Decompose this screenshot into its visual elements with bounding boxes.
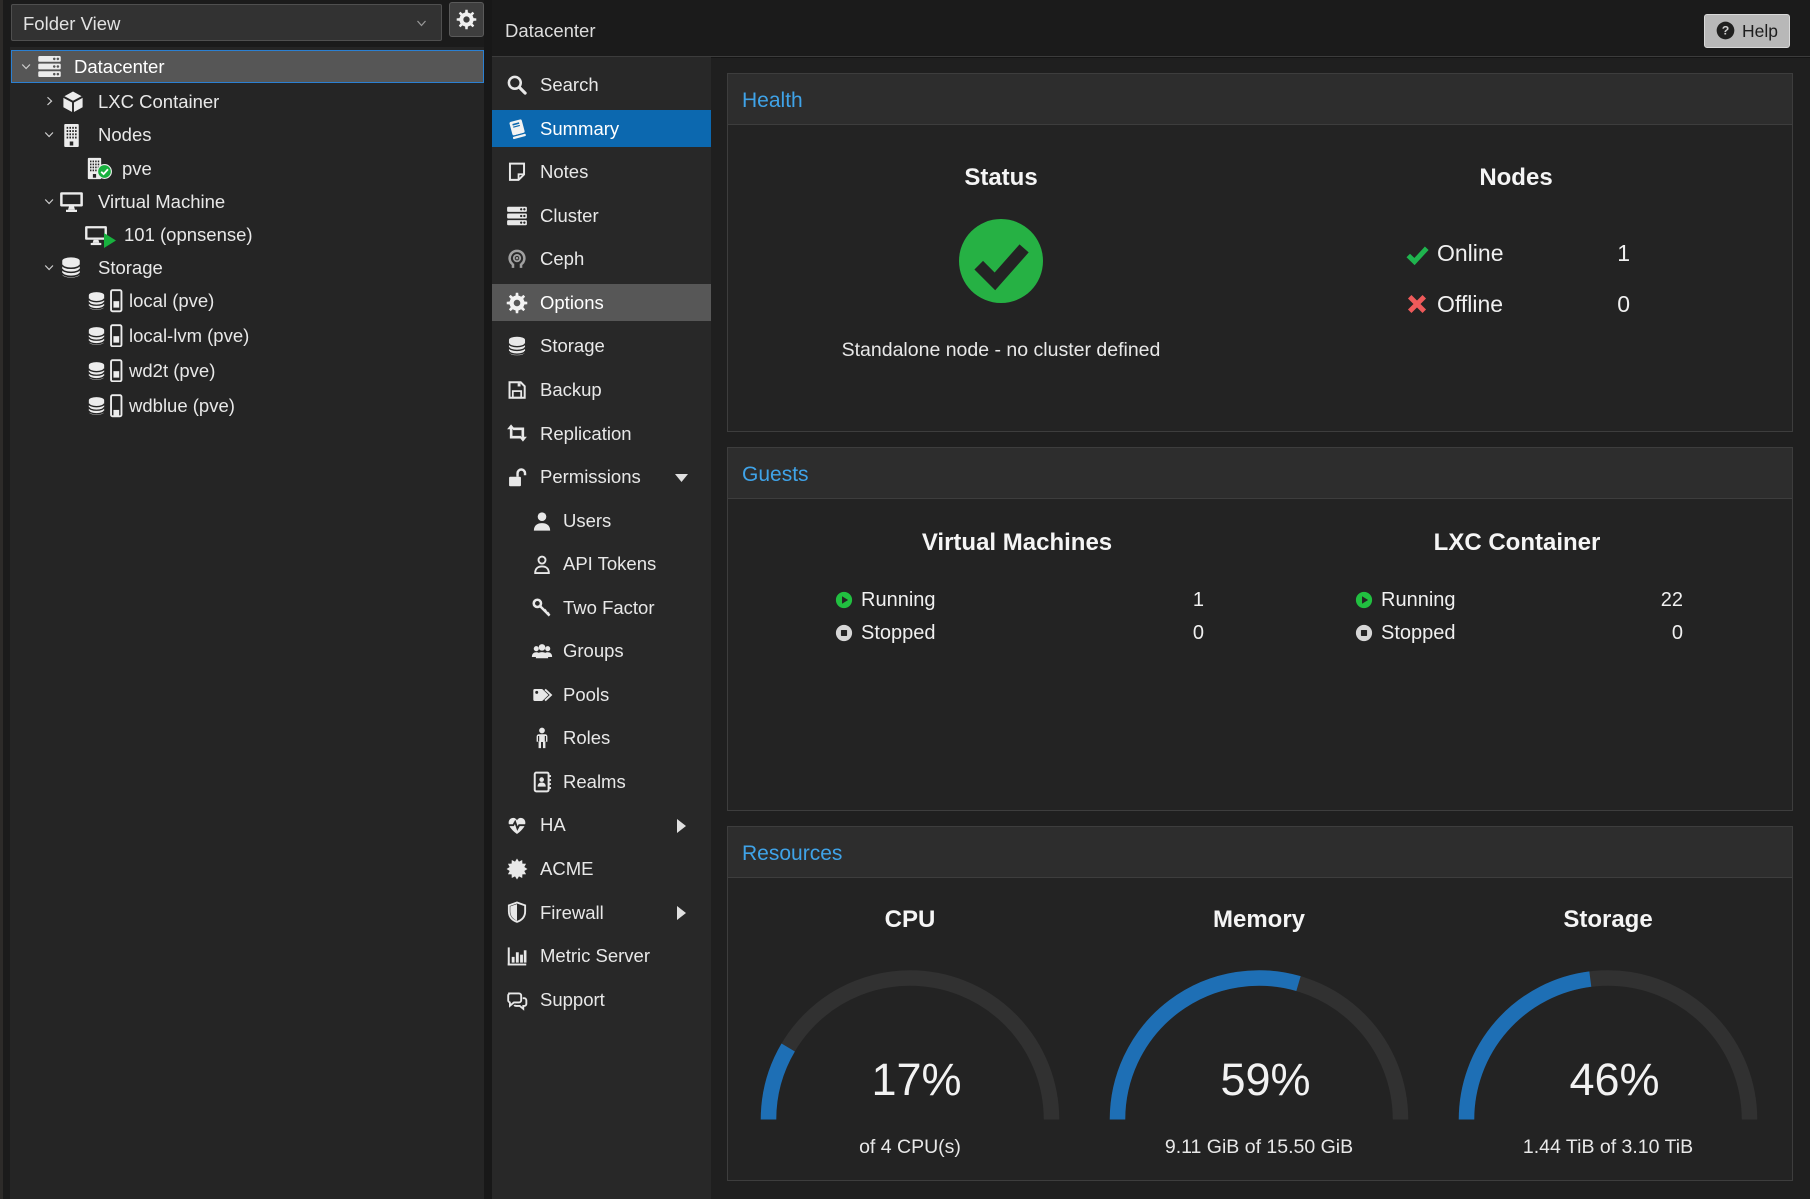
svg-text:?: ?	[1721, 24, 1729, 38]
